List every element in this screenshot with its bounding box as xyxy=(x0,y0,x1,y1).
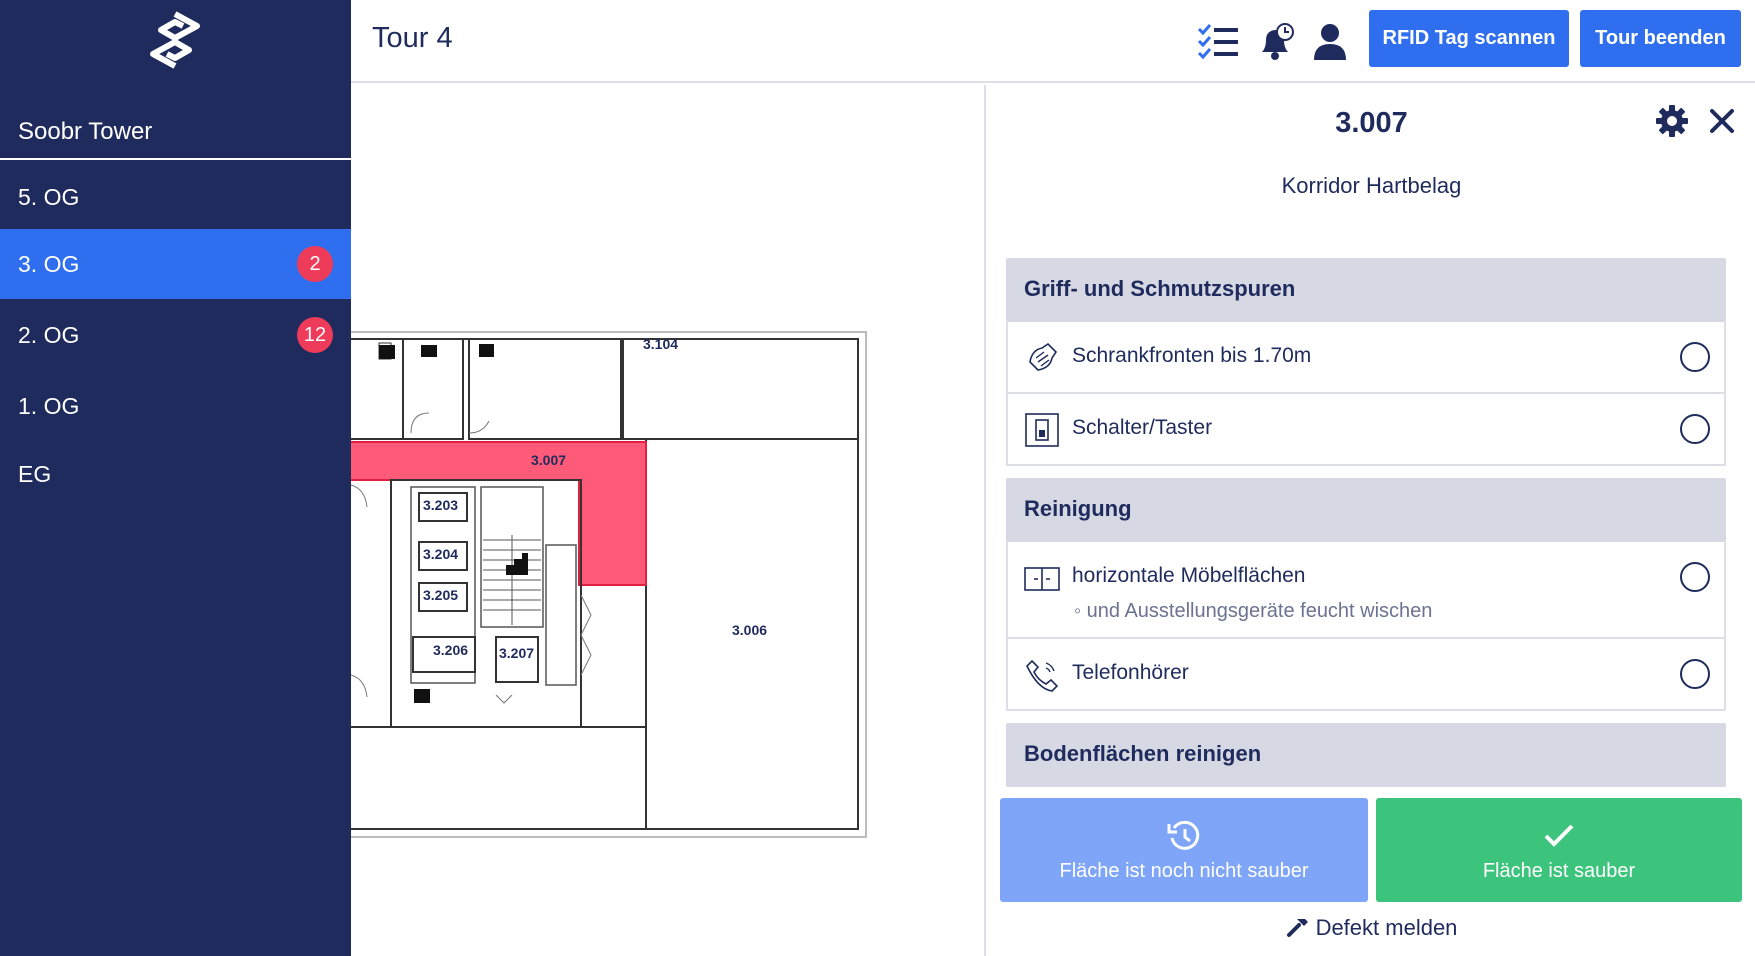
clean-label: Fläche ist sauber xyxy=(1482,860,1636,882)
soobr-logo xyxy=(150,11,200,69)
room-label[interactable]: 3.203 xyxy=(423,497,458,513)
checklist-radio[interactable] xyxy=(1680,659,1710,689)
report-defect-link[interactable]: Defekt melden xyxy=(986,915,1755,941)
room-label[interactable]: 3.207 xyxy=(499,645,534,661)
checklist-item[interactable]: horizontale Möbelflächen ◦ und Ausstellu… xyxy=(1006,542,1726,639)
task-checklist[interactable]: Griff- und Schmutzspuren Schrankfronten … xyxy=(1006,258,1726,868)
floor-plan-drawing xyxy=(351,331,867,838)
hand-wipe-icon xyxy=(1029,342,1058,371)
top-bar: Tour 4 RFID Tag scannen Tour beenden xyxy=(351,0,1755,83)
floor-label: EG xyxy=(18,461,52,487)
gear-icon[interactable] xyxy=(1654,103,1690,139)
floor-item-eg[interactable]: EG xyxy=(0,439,351,509)
floor-item-2-og[interactable]: 2. OG 12 xyxy=(0,300,351,370)
checklist-item-label: horizontale Möbelflächen xyxy=(1072,564,1306,587)
rfid-scan-button[interactable]: RFID Tag scannen xyxy=(1369,10,1569,67)
user-account-icon[interactable] xyxy=(1308,20,1352,64)
report-defect-label: Defekt melden xyxy=(1315,915,1458,940)
checkmark-icon xyxy=(1544,824,1574,847)
checklist-radio[interactable] xyxy=(1680,562,1710,592)
room-label[interactable]: 3.104 xyxy=(643,336,678,352)
close-icon[interactable] xyxy=(1706,105,1738,137)
floor-label: 3. OG xyxy=(18,251,80,277)
task-list-icon[interactable] xyxy=(1196,20,1240,64)
floor-label: 1. OG xyxy=(18,393,80,419)
sidebar: Soobr Tower 5. OG 3. OG 2 2. OG 12 1. OG… xyxy=(0,0,351,956)
checklist-radio[interactable] xyxy=(1680,342,1710,372)
room-label[interactable]: 3.206 xyxy=(433,642,468,658)
furniture-icon xyxy=(1024,567,1060,591)
end-tour-button[interactable]: Tour beenden xyxy=(1580,10,1741,67)
floor-label: 5. OG xyxy=(18,184,80,210)
floor-label: 2. OG xyxy=(18,322,80,348)
room-detail-panel: 3.007 Korridor Hartbelag Griff- und Schm… xyxy=(984,85,1755,956)
not-clean-label: Fläche ist noch nicht sauber xyxy=(1059,860,1309,882)
checklist-item-label: Schalter/Taster xyxy=(1072,416,1213,439)
building-name[interactable]: Soobr Tower xyxy=(0,100,351,160)
section-header: Reinigung xyxy=(1006,478,1726,542)
clean-button[interactable]: Fläche ist sauber xyxy=(1376,798,1742,902)
checklist-item[interactable]: Schrankfronten bis 1.70m xyxy=(1006,322,1726,394)
floor-plan[interactable]: 3.104 3.007 3.203 3.204 3.205 3.206 3.20… xyxy=(351,85,984,956)
floor-item-5-og[interactable]: 5. OG xyxy=(0,162,351,232)
history-icon xyxy=(1167,820,1200,850)
checklist-radio[interactable] xyxy=(1680,414,1710,444)
checklist-item-label: Telefonhörer xyxy=(1072,661,1189,684)
floor-item-3-og[interactable]: 3. OG 2 xyxy=(0,229,351,299)
notification-bell-icon[interactable] xyxy=(1254,20,1298,64)
hammer-icon xyxy=(1286,919,1308,937)
task-count-badge: 12 xyxy=(297,317,333,353)
room-label[interactable]: 3.006 xyxy=(732,622,767,638)
checklist-item-label: Schrankfronten bis 1.70m xyxy=(1072,344,1312,367)
not-clean-button[interactable]: Fläche ist noch nicht sauber xyxy=(1000,798,1368,902)
room-label[interactable]: 3.204 xyxy=(423,546,458,562)
room-id: 3.007 xyxy=(1335,107,1408,139)
room-type: Korridor Hartbelag xyxy=(1281,173,1462,198)
room-label[interactable]: 3.205 xyxy=(423,587,458,603)
checklist-item[interactable]: Schalter/Taster xyxy=(1006,394,1726,466)
floor-item-1-og[interactable]: 1. OG xyxy=(0,371,351,441)
section-header: Bodenflächen reinigen xyxy=(1006,723,1726,787)
tour-title: Tour 4 xyxy=(372,22,453,54)
section-header: Griff- und Schmutzspuren xyxy=(1006,258,1726,322)
switch-icon xyxy=(1025,413,1059,447)
phone-icon xyxy=(1026,659,1059,692)
checklist-item[interactable]: Telefonhörer xyxy=(1006,639,1726,711)
task-count-badge: 2 xyxy=(297,246,333,282)
room-label[interactable]: 3.007 xyxy=(531,452,566,468)
